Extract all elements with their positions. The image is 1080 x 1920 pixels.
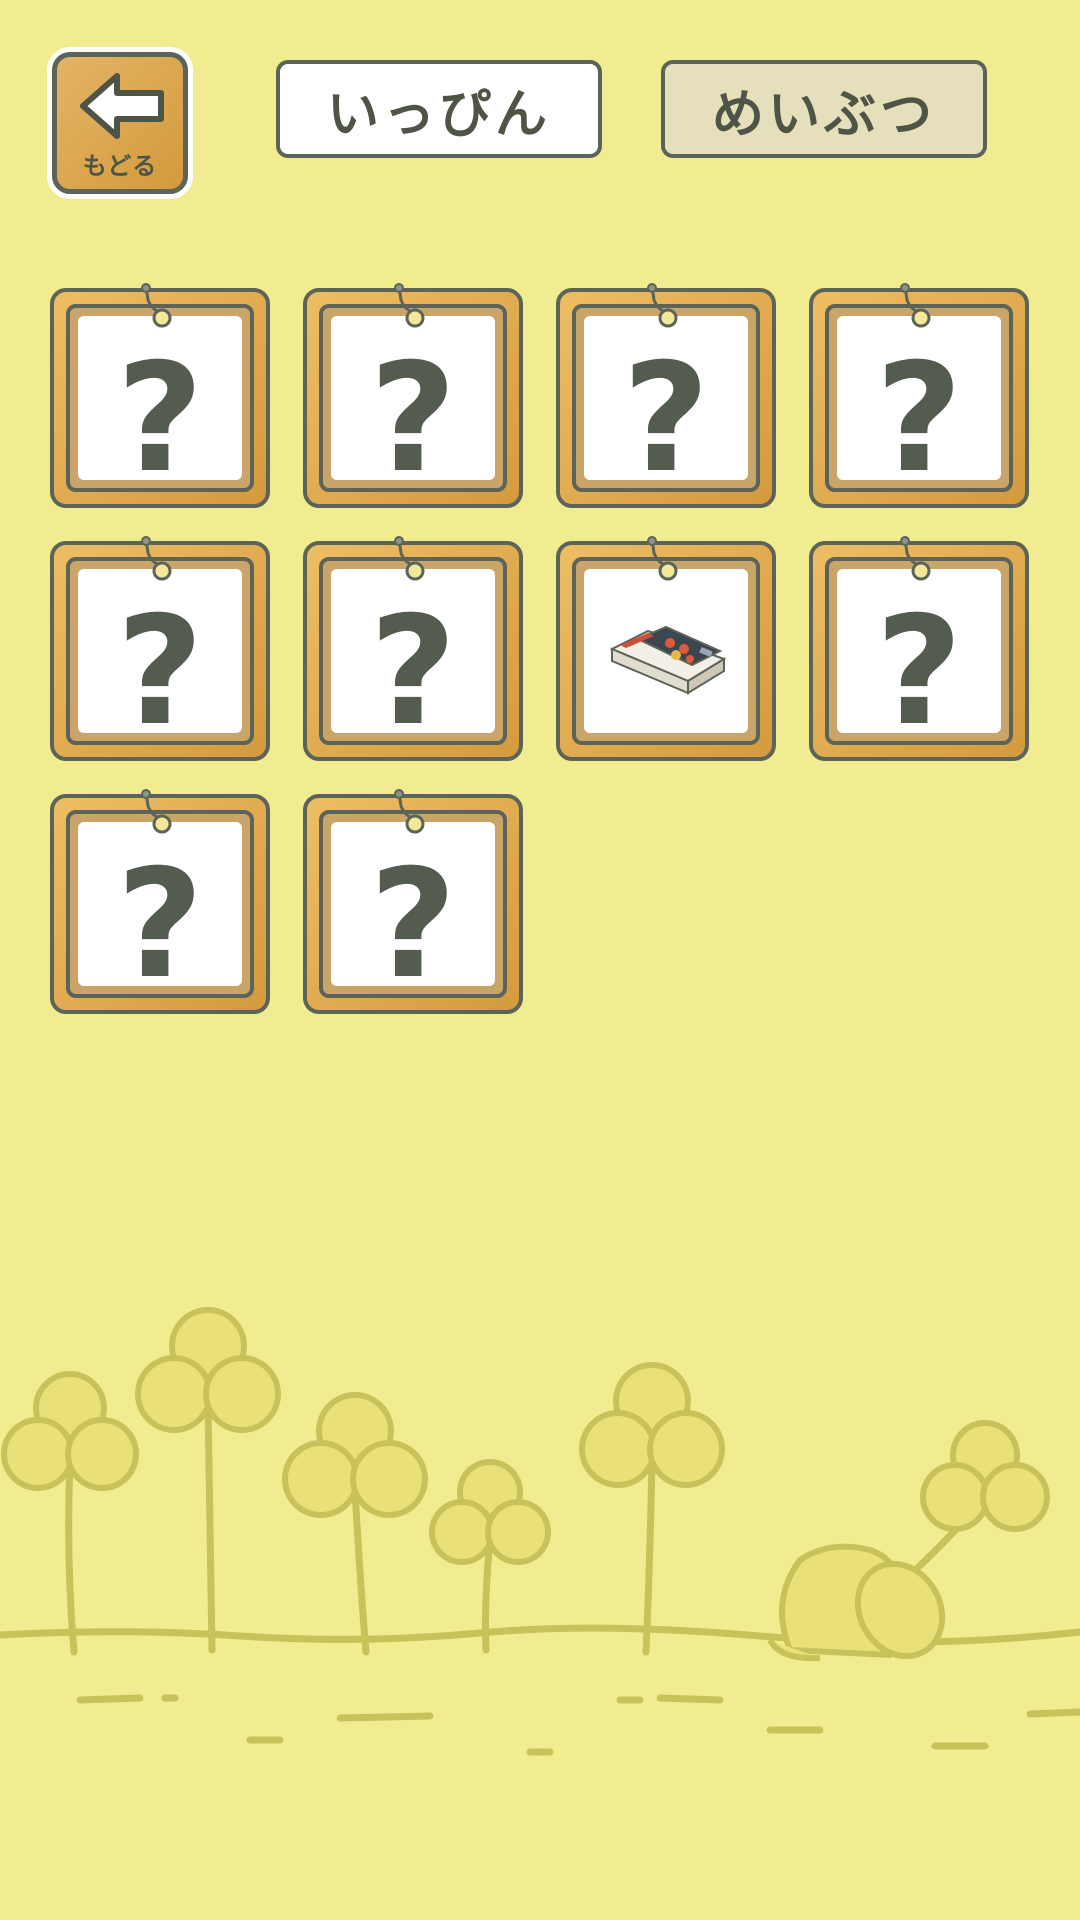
collection-card[interactable]: ? [303, 789, 523, 1014]
hook-icon [394, 283, 425, 328]
tab-meibutsu[interactable]: めいぶつ [661, 60, 987, 158]
collection-card[interactable]: ? [809, 283, 1029, 508]
hook-icon [141, 789, 172, 834]
collection-card[interactable]: ? [50, 283, 270, 508]
hook-icon [394, 789, 425, 834]
matchbox-icon [609, 625, 727, 695]
unknown-item-question-mark: ? [369, 332, 457, 506]
collection-card[interactable]: ? [809, 536, 1029, 761]
tab-ippin[interactable]: いっぴん [276, 60, 602, 158]
collection-card[interactable] [556, 536, 776, 761]
hook-icon [647, 283, 678, 328]
unknown-item-question-mark: ? [116, 332, 204, 506]
unknown-item-question-mark: ? [875, 332, 963, 506]
hook-icon [394, 536, 425, 581]
collection-card[interactable]: ? [303, 283, 523, 508]
collection-card[interactable]: ? [50, 536, 270, 761]
hook-icon [141, 536, 172, 581]
collection-grid: ????????? [50, 283, 1030, 1018]
collection-card[interactable]: ? [50, 789, 270, 1014]
unknown-item-question-mark: ? [369, 838, 457, 1012]
back-button-label: もどる [82, 152, 158, 180]
unknown-item-question-mark: ? [116, 838, 204, 1012]
hook-icon [900, 283, 931, 328]
hook-icon [141, 283, 172, 328]
arrow-left-icon [80, 73, 164, 139]
unknown-item-question-mark: ? [622, 332, 710, 506]
unknown-item-question-mark: ? [875, 585, 963, 759]
back-button[interactable]: もどる [52, 52, 188, 194]
clover-field-illustration [0, 1307, 1080, 1756]
unknown-item-question-mark: ? [116, 585, 204, 759]
hook-icon [647, 536, 678, 581]
collection-card[interactable]: ? [556, 283, 776, 508]
hook-icon [900, 536, 931, 581]
unknown-item-question-mark: ? [369, 585, 457, 759]
collection-card[interactable]: ? [303, 536, 523, 761]
